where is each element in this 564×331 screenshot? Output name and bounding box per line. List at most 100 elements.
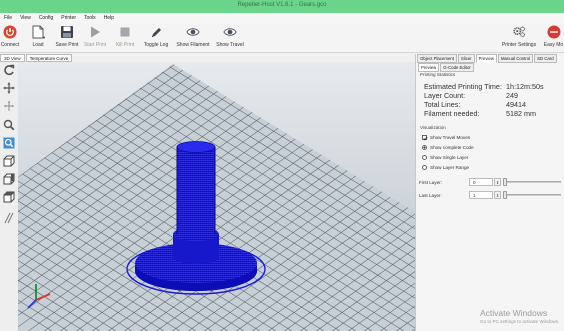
kill-print-button[interactable]: Kill Print: [114, 24, 136, 52]
3d-viewport[interactable]: [18, 62, 415, 331]
start-print-button[interactable]: Start Print: [82, 24, 108, 52]
first-layer-spinner[interactable]: ⇕: [494, 178, 501, 186]
save-print-label: Save Print: [55, 42, 79, 48]
stat-label: Total Lines:: [424, 100, 461, 109]
cylinder-top: [176, 141, 216, 153]
printer-settings-button[interactable]: Printer Settings: [501, 24, 537, 52]
radio-selected-icon: [422, 145, 427, 150]
stat-estimated-time: Estimated Printing Time: 1h:12m:50s: [424, 82, 562, 91]
toggle-log-button[interactable]: Toggle Log: [141, 24, 171, 52]
watermark-subtitle: Go to PC settings to activate Windows.: [480, 319, 560, 324]
load-button[interactable]: Load: [28, 24, 48, 52]
last-layer-spinner[interactable]: ⇕: [494, 191, 501, 199]
subtab-gcode-editor[interactable]: G-Code Editor: [440, 63, 474, 72]
last-layer-slider-track[interactable]: [505, 194, 561, 196]
start-print-label: Start Print: [83, 42, 107, 48]
right-panel: Object Placement Slicer Preview Manual C…: [415, 54, 564, 331]
gears-icon: [512, 24, 526, 39]
connect-label: Connect: [0, 42, 20, 48]
easy-mode-button[interactable]: Easy Mo: [543, 24, 564, 52]
rotate-icon[interactable]: [3, 64, 15, 76]
first-layer-slider-track[interactable]: [505, 181, 561, 183]
menu-config[interactable]: Config: [39, 15, 53, 21]
parallel-lines-icon[interactable]: [3, 212, 15, 224]
show-complete-code-label: Show complete Code: [430, 145, 474, 150]
eye-icon: [223, 24, 237, 39]
zoom-icon[interactable]: [3, 119, 15, 131]
pan-move-icon[interactable]: [3, 100, 15, 112]
window-title: Repetier-Host V1.6.1 - Gears.gco: [237, 2, 327, 8]
checkbox-checked-icon: [422, 135, 428, 141]
easy-mode-icon: [547, 24, 561, 39]
side-view-icon[interactable]: [3, 173, 15, 185]
load-label: Load: [32, 42, 44, 48]
first-layer-slider-thumb[interactable]: [503, 178, 507, 186]
tab-sd-card[interactable]: SD Card: [534, 54, 557, 63]
menu-tools[interactable]: Tools: [84, 15, 96, 21]
tab-preview[interactable]: Preview: [475, 54, 497, 63]
show-travel-moves-checkbox[interactable]: Show Travel Moves: [422, 135, 470, 141]
title-bar: Repetier-Host V1.6.1 - Gears.gco: [0, 0, 564, 13]
last-layer-slider-thumb[interactable]: [503, 191, 507, 199]
connect-button[interactable]: Connect: [1, 24, 19, 52]
menu-printer[interactable]: Printer: [61, 15, 76, 21]
play-icon: [88, 24, 102, 39]
last-layer-row: Last Layer: 1 ⇕: [419, 191, 561, 200]
tab-3d-view[interactable]: 3D View: [0, 54, 25, 62]
zoom-fit-icon[interactable]: [3, 137, 15, 149]
toolbar: Connect Load Save Print Start Print Kill…: [0, 23, 564, 53]
show-layer-range-radio[interactable]: Show Layer Range: [422, 165, 469, 170]
stat-layer-count: Layer Count: 249: [424, 91, 562, 100]
subtab-preview[interactable]: Preview: [418, 63, 440, 72]
top-view-icon[interactable]: [3, 191, 15, 203]
watermark-title: Activate Windows: [480, 308, 548, 318]
stop-icon: [118, 24, 132, 39]
load-file-icon: [31, 24, 45, 39]
first-layer-row: First Layer: 0 ⇕: [419, 178, 561, 187]
stat-filament-needed: Filament needed: 5182 mm: [424, 109, 562, 118]
menu-view[interactable]: View: [20, 15, 31, 21]
last-layer-label: Last Layer:: [419, 193, 442, 198]
pencil-icon: [149, 24, 163, 39]
print-bed-scene: [18, 62, 415, 331]
save-print-button[interactable]: Save Print: [54, 24, 80, 52]
tab-object-placement[interactable]: Object Placement: [417, 54, 457, 63]
stat-value: 1h:12m:50s: [506, 82, 544, 91]
menu-bar: File View Config Printer Tools Help: [0, 13, 564, 23]
stat-label: Estimated Printing Time:: [424, 82, 502, 91]
front-view-icon[interactable]: [3, 155, 15, 167]
easy-mode-label: Easy Mo: [543, 42, 564, 48]
show-travel-label: Show Travel: [216, 42, 244, 48]
show-filament-label: Show Filament: [176, 42, 210, 48]
activate-windows-watermark: Activate Windows Go to PC settings to ac…: [480, 308, 559, 324]
view-tabs: 3D View Temperature Curve: [0, 54, 82, 62]
first-layer-label: First Layer:: [419, 180, 442, 185]
show-single-layer-radio[interactable]: Show Single Layer: [422, 155, 468, 160]
show-travel-button[interactable]: Show Travel: [213, 24, 247, 52]
tab-manual-control[interactable]: Manual Control: [497, 54, 534, 63]
visualization-title: Visualization: [420, 125, 446, 130]
power-icon: [3, 24, 17, 39]
eye-icon: [186, 24, 200, 39]
show-single-layer-label: Show Single Layer: [430, 155, 469, 160]
first-layer-input[interactable]: 0: [469, 178, 493, 186]
stat-value: 49414: [506, 100, 526, 109]
radio-icon: [422, 165, 427, 170]
show-filament-button[interactable]: Show Filament: [174, 24, 212, 52]
right-tab-bar: Object Placement Slicer Preview Manual C…: [417, 54, 558, 63]
show-layer-range-label: Show Layer Range: [430, 165, 470, 170]
menu-help[interactable]: Help: [104, 15, 114, 21]
stat-value: 249: [506, 91, 518, 100]
save-icon: [60, 24, 74, 39]
printer-settings-label: Printer Settings: [501, 42, 537, 48]
menu-file[interactable]: File: [4, 15, 12, 21]
stat-label: Filament needed:: [424, 109, 480, 118]
toggle-log-label: Toggle Log: [143, 42, 169, 48]
view-tools: [0, 62, 18, 331]
tab-slicer[interactable]: Slicer: [457, 54, 475, 63]
show-complete-code-radio[interactable]: Show complete Code: [422, 145, 474, 150]
radio-icon: [422, 155, 427, 160]
last-layer-input[interactable]: 1: [469, 191, 493, 199]
move-icon[interactable]: [3, 82, 15, 94]
tab-temperature-curve[interactable]: Temperature Curve: [25, 54, 73, 62]
